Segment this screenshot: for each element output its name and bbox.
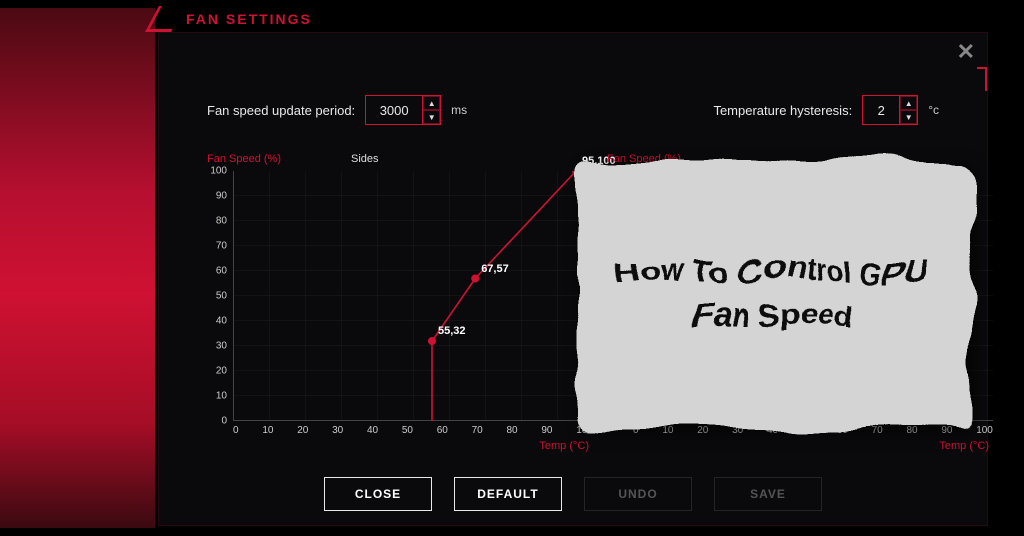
window-titlebar: FAN SETTINGS: [152, 6, 312, 32]
window-title: FAN SETTINGS: [186, 11, 312, 27]
down-arrow-icon[interactable]: ▼: [423, 110, 440, 124]
xaxis-label: Temp (°C): [207, 440, 593, 452]
dialog-buttons: CLOSE DEFAULT UNDO SAVE: [159, 477, 987, 511]
save-button: SAVE: [714, 477, 822, 511]
up-arrow-icon[interactable]: ▲: [423, 96, 440, 110]
hysteresis-arrows: ▲ ▼: [899, 96, 917, 124]
overlay-text: How To Control GPU Fan Speed: [606, 251, 944, 337]
undo-button: UNDO: [584, 477, 692, 511]
update-period-spinner: ▲ ▼: [365, 95, 441, 125]
field-update-period: Fan speed update period: ▲ ▼ ms: [207, 95, 467, 125]
update-period-input[interactable]: [366, 96, 422, 124]
close-icon[interactable]: ✕: [957, 39, 975, 65]
fan-curve-plot[interactable]: 55,3267,5795,100: [233, 171, 593, 421]
chart-yticks: 0102030405060708090100: [207, 171, 231, 421]
hysteresis-input[interactable]: [863, 96, 899, 124]
field-hysteresis: Temperature hysteresis: ▲ ▼ °c: [713, 95, 939, 125]
brand-logo-icon: [145, 6, 185, 32]
corner-decoration: [977, 67, 987, 91]
update-period-unit: ms: [451, 103, 467, 117]
hysteresis-unit: °c: [928, 103, 939, 117]
close-button[interactable]: CLOSE: [324, 477, 432, 511]
fan-curve-chart-sides: Fan Speed (%) Sides 01020304050607080901…: [207, 153, 593, 452]
up-arrow-icon[interactable]: ▲: [900, 96, 917, 110]
overlay-caption: How To Control GPU Fan Speed: [578, 160, 972, 428]
chart-subtitle: Sides: [351, 153, 379, 165]
curve-point-label: 55,32: [438, 325, 466, 337]
sidebar-accent: [0, 8, 155, 528]
chart-xticks: 0102030405060708090100: [233, 421, 593, 436]
down-arrow-icon[interactable]: ▼: [900, 110, 917, 124]
settings-form-row: Fan speed update period: ▲ ▼ ms Temperat…: [207, 95, 939, 125]
curve-point-label: 67,57: [481, 263, 509, 275]
xaxis-label: Temp (°C): [607, 440, 993, 452]
hysteresis-label: Temperature hysteresis:: [713, 103, 852, 118]
default-button[interactable]: DEFAULT: [454, 477, 562, 511]
yaxis-label: Fan Speed (%): [207, 153, 281, 165]
update-period-label: Fan speed update period:: [207, 103, 355, 118]
hysteresis-spinner: ▲ ▼: [862, 95, 918, 125]
update-period-arrows: ▲ ▼: [422, 96, 440, 124]
